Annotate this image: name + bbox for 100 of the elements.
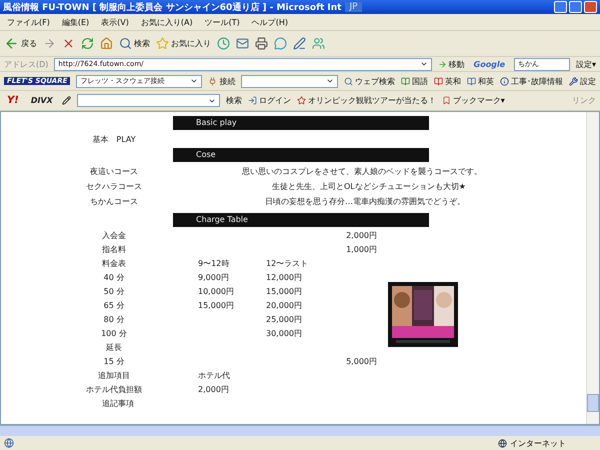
star-icon	[296, 96, 306, 105]
divx-logo[interactable]: DIVX	[28, 96, 56, 105]
table-cell-text: 追加項目	[97, 372, 131, 380]
login-icon	[248, 96, 257, 105]
pencil-icon[interactable]	[62, 96, 71, 105]
menu-item[interactable]: 編集(E)	[58, 16, 92, 28]
table-cell-text: 80 分	[102, 316, 126, 324]
menu-item[interactable]: ヘルプ(H)	[248, 16, 291, 28]
bookmark-icon	[442, 96, 451, 105]
course-description: 生徒と先生、上司とOLなどシチュエーションも大切★	[272, 182, 466, 190]
go-button[interactable]: 移動	[438, 58, 465, 70]
row-label: 基本 PLAY	[91, 136, 137, 144]
table-cell-text: 延長	[105, 344, 123, 352]
table-cell-text: 20,000円	[266, 302, 303, 310]
info-button[interactable]: 工事･故障情報	[500, 76, 563, 86]
table-cell-text: 15,000円	[266, 288, 303, 296]
table-cell-text: 12,000円	[266, 274, 303, 282]
table-cell-text: 12〜ラスト	[266, 260, 310, 268]
menu-item[interactable]: お気に入り(A)	[138, 16, 196, 28]
search-icon	[344, 76, 353, 86]
forward-arrow-icon[interactable]	[43, 37, 56, 50]
address-label: アドレス(D)	[4, 58, 48, 70]
table-cell-text: 50 分	[102, 288, 126, 296]
table-cell-text: 30,000円	[266, 330, 303, 338]
close-icon[interactable]	[62, 37, 75, 50]
search-icon	[119, 37, 132, 50]
table-cell-text: 100 分	[100, 330, 128, 338]
web-search-button[interactable]: ウェブ検索	[344, 76, 395, 86]
dictionary-button[interactable]: 国語	[401, 76, 428, 86]
horizontal-scrollbar[interactable]	[0, 425, 600, 436]
book-icon	[401, 76, 410, 86]
google-logo: Google	[472, 60, 506, 68]
table-cell-text: 9〜12時	[198, 260, 230, 268]
table-cell-text: 入会金	[101, 232, 127, 240]
section-header: Charge Table	[173, 213, 429, 227]
info-icon	[500, 76, 509, 86]
dictionary-button[interactable]: 英和	[434, 76, 461, 86]
search-field[interactable]	[241, 74, 338, 88]
minimize-button[interactable]	[554, 1, 567, 13]
table-cell-text: 9,000円	[198, 274, 230, 282]
table-cell-text: 10,000円	[198, 288, 235, 296]
notes-heading: 追記事項	[101, 400, 135, 408]
section-header: Basic play	[173, 116, 429, 130]
search-button[interactable]: 検索	[226, 95, 242, 106]
book-icon	[467, 76, 476, 86]
refresh-icon[interactable]	[81, 37, 94, 50]
table-cell-text: 25,000円	[266, 316, 303, 324]
settings-button[interactable]: 設定	[569, 76, 596, 86]
bookmarks-button[interactable]: ブックマーク▾	[442, 95, 505, 106]
mail-icon[interactable]	[236, 37, 249, 50]
clock-icon[interactable]	[217, 37, 230, 50]
ime-indicator: JP	[345, 2, 362, 12]
course-description: 日頃の妄想を思う存分…電車内痴漢の雰囲気でどうぞ。	[265, 198, 465, 206]
menu-item[interactable]: ファイル(F)	[4, 16, 53, 28]
search-field[interactable]	[76, 94, 220, 107]
login-button[interactable]: ログイン	[248, 95, 291, 106]
book-icon	[434, 76, 443, 86]
settings-button[interactable]: 設定▾	[576, 58, 596, 70]
course-name: セクハラコース	[85, 182, 143, 190]
chat-icon[interactable]	[274, 37, 287, 50]
window-title: 風俗情報 FU-TOWN [ 制服向上委員会 サンシャイン60通り店 ] - Microsoft Int	[3, 1, 342, 14]
section-header: Cose	[173, 148, 429, 162]
table-cell-text: 5,000円	[345, 358, 377, 366]
printer-icon[interactable]	[255, 37, 268, 50]
menu-item[interactable]: ツール(T)	[202, 16, 243, 28]
table-cell-text: ホテル代負担額	[85, 386, 143, 394]
close-button[interactable]	[584, 1, 597, 13]
table-cell-text: 2,000円	[198, 386, 230, 394]
star-icon	[156, 37, 169, 50]
globe-icon	[498, 438, 507, 448]
toolbar-button[interactable]: 戻る	[4, 36, 37, 51]
course-name: ちかんコース	[89, 198, 139, 206]
connect-button[interactable]: 接続	[208, 76, 236, 86]
toolbar-button[interactable]: 検索	[119, 37, 150, 50]
table-cell-text: 料金表	[101, 260, 127, 268]
wrench-icon	[569, 76, 578, 86]
zone-label: インターネット	[510, 438, 566, 448]
maximize-button[interactable]	[569, 1, 582, 13]
course-name: 夜這いコース	[89, 168, 139, 176]
pen-icon[interactable]	[293, 37, 306, 50]
menu-item[interactable]: 表示(V)	[98, 16, 132, 28]
table-cell-text: 15,000円	[198, 302, 235, 310]
promo-link[interactable]: オリンピック観戦ツアーが当たる！	[296, 95, 436, 106]
vertical-scrollbar[interactable]	[586, 112, 599, 424]
arrow-icon	[438, 60, 447, 68]
table-cell-text: 1,000円	[345, 246, 377, 254]
table-cell-text: 指名料	[101, 246, 127, 254]
course-description: 思い思いのコスプレをさせて、素人娘のベッドを襲うコースです。	[242, 168, 482, 176]
toolbar-button[interactable]: お気に入り	[156, 37, 211, 50]
page-icon	[4, 438, 14, 448]
table-cell-text: 40 分	[102, 274, 126, 282]
people-icon[interactable]	[312, 37, 325, 50]
plug-icon	[208, 76, 218, 86]
table-cell-text: ホテル代	[198, 372, 231, 380]
table-cell-text: 15 分	[102, 358, 126, 366]
dictionary-button[interactable]: 和英	[467, 76, 494, 86]
home-icon[interactable]	[100, 37, 113, 50]
table-cell-text: 2,000円	[345, 232, 377, 240]
links-label: リンク	[572, 95, 596, 106]
yahoo-logo[interactable]: Y!	[4, 95, 22, 106]
